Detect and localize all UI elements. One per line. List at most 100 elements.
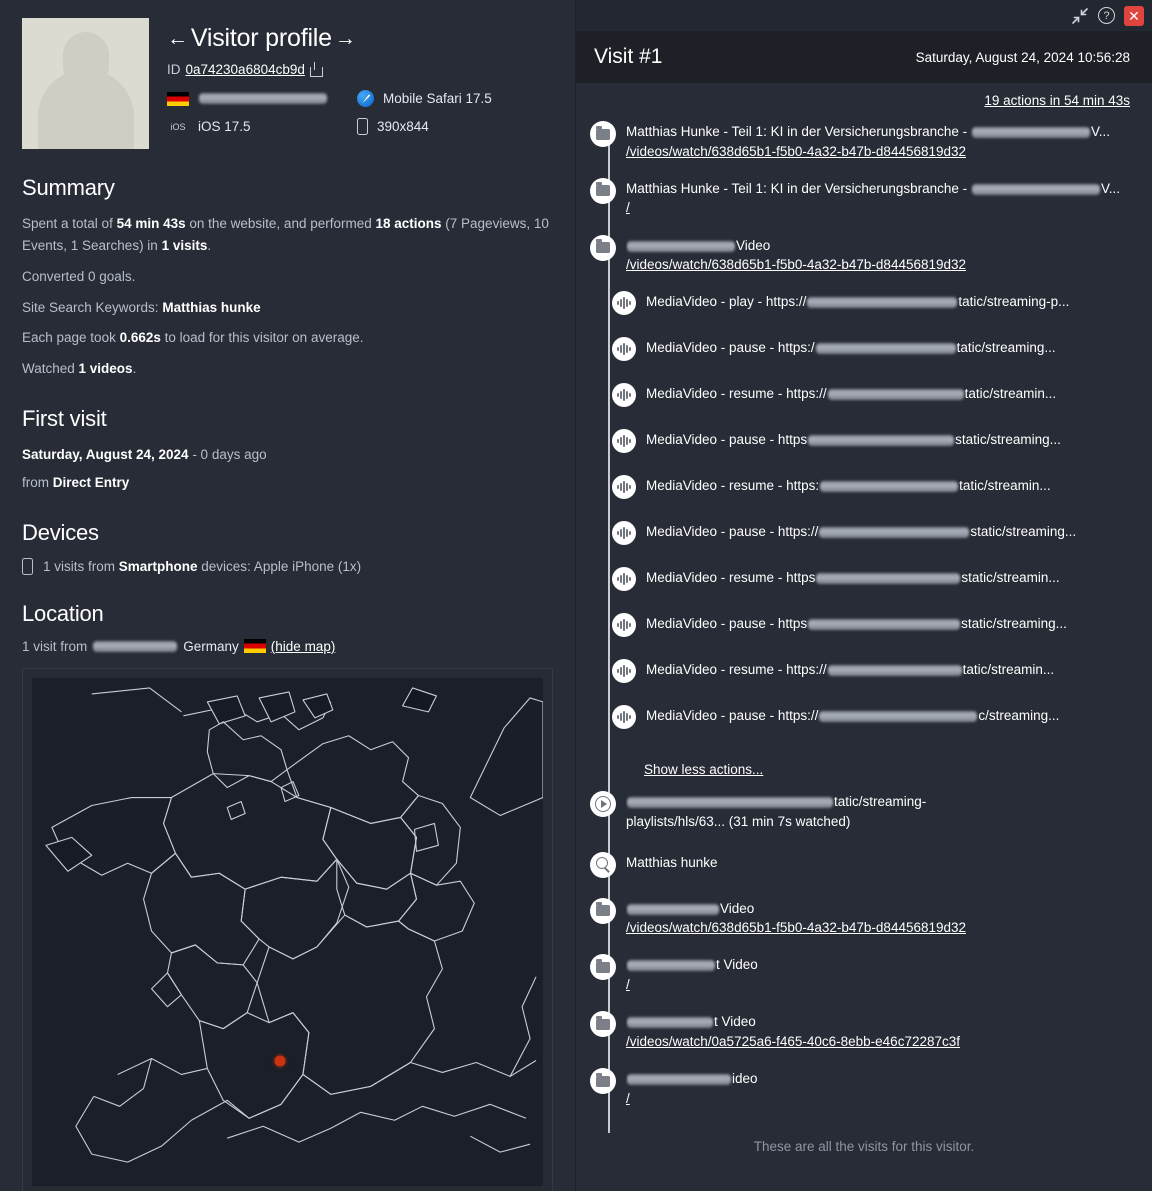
action-url[interactable]: / [626, 975, 1138, 995]
first-visit-ago: - 0 days ago [188, 447, 267, 463]
first-visit-source-row: from Direct Entry [22, 472, 553, 494]
action-title: Video [626, 899, 1138, 919]
page-icon[interactable] [590, 897, 616, 924]
action-row[interactable]: t Video/videos/watch/0a5725a6-f465-40c6-… [590, 1011, 1138, 1052]
action-url[interactable]: /videos/watch/638d65b1-f5b0-4a32-b47b-d8… [626, 255, 1138, 275]
action-body: Video/videos/watch/638d65b1-f5b0-4a32-b4… [626, 235, 1138, 276]
page-title-label: Visitor profile [190, 24, 332, 52]
waveform-glyph [617, 343, 631, 356]
media-icon[interactable] [612, 659, 636, 684]
media-icon[interactable] [612, 475, 636, 500]
action-row[interactable]: MediaVideo - pause - https:/tatic/stream… [590, 337, 1138, 362]
page-icon[interactable] [590, 1011, 616, 1038]
action-title: t Video [626, 1012, 1138, 1032]
action-url[interactable]: /videos/watch/638d65b1-f5b0-4a32-b47b-d8… [626, 918, 1138, 938]
device-row: 1 visits from Smartphone devices: Apple … [22, 557, 553, 575]
redacted-text [808, 619, 961, 631]
location-text-pre: 1 visit from [22, 638, 88, 654]
summary-load-time: Each page took 0.662s to load for this v… [22, 327, 553, 349]
action-row[interactable]: Video/videos/watch/638d65b1-f5b0-4a32-b4… [590, 234, 1138, 276]
action-row[interactable]: tatic/streaming-playlists/hls/63... (31 … [590, 791, 1138, 831]
page-icon[interactable] [590, 177, 616, 204]
action-body: Matthias Hunke - Teil 1: KI in der Versi… [626, 121, 1138, 162]
visit-location-marker[interactable] [274, 1055, 286, 1067]
first-visit-date-row: Saturday, August 24, 2024 - 0 days ago [22, 444, 553, 466]
avatar [22, 18, 149, 149]
visit-header: Visit #1 Saturday, August 24, 2024 10:56… [576, 31, 1152, 83]
action-row[interactable]: MediaVideo - resume - https://tatic/stre… [590, 659, 1138, 684]
media-icon[interactable] [612, 567, 636, 592]
share-icon[interactable] [309, 61, 323, 77]
media-icon[interactable] [612, 383, 636, 408]
close-icon[interactable]: ✕ [1124, 5, 1144, 26]
actions-list: Matthias Hunke - Teil 1: KI in der Versi… [590, 121, 1138, 1109]
summary-end: . [207, 237, 212, 253]
resolution-meta: 390x844 [357, 118, 553, 135]
action-row[interactable]: MediaVideo - pause - https static/streami… [590, 613, 1138, 638]
redacted-text [816, 573, 961, 585]
collapse-arrows-icon[interactable] [1071, 7, 1089, 25]
action-row[interactable]: MediaVideo - resume - https: tatic/stream… [590, 475, 1138, 500]
action-url[interactable]: / [626, 198, 1138, 218]
page-glyph [596, 958, 610, 973]
actions-summary-link[interactable]: 19 actions in 54 min 43s [984, 93, 1130, 108]
location-map[interactable] [32, 677, 543, 1186]
media-icon[interactable] [612, 337, 636, 362]
summary-heading: Summary [22, 175, 115, 200]
action-url[interactable]: /videos/watch/638d65b1-f5b0-4a32-b47b-d8… [626, 142, 1138, 162]
visitor-id-value[interactable]: 0a74230a6804cb9d [186, 62, 305, 77]
window-controls-bar: ? ✕ [576, 0, 1152, 31]
action-title: ideo [626, 1069, 1138, 1089]
action-row[interactable]: MediaVideo - resume - https static/stream… [590, 567, 1138, 592]
media-icon[interactable] [612, 429, 636, 454]
show-less-actions-link[interactable]: Show less actions... [644, 762, 763, 777]
watched-pre: Watched [22, 361, 79, 377]
action-row[interactable]: Matthias Hunke - Teil 1: KI in der Versi… [590, 177, 1138, 219]
summary-watched: Watched 1 videos. [22, 358, 553, 380]
page-glyph [596, 239, 610, 254]
action-body: Matthias Hunke - Teil 1: KI in der Versi… [626, 178, 1138, 219]
profile-header: ← Visitor profile → ID 0a74230a6804cb9d [22, 18, 553, 149]
page-icon[interactable] [590, 954, 616, 981]
action-row[interactable]: Matthias Hunke - Teil 1: KI in der Versi… [590, 121, 1138, 162]
action-row[interactable]: ideo / [590, 1068, 1138, 1109]
redacted-text [819, 711, 978, 723]
action-url[interactable]: / [626, 1089, 1138, 1109]
page-glyph [596, 182, 610, 197]
action-row[interactable]: t Video / [590, 954, 1138, 995]
germany-flag-icon [167, 91, 189, 106]
next-visitor-arrow[interactable]: → [335, 27, 356, 51]
action-row[interactable]: MediaVideo - resume - https://tatic/stre… [590, 383, 1138, 408]
action-row[interactable]: MediaVideo - play - https://tatic/stream… [590, 291, 1138, 316]
action-row[interactable]: MediaVideo - pause - https static/streami… [590, 429, 1138, 454]
action-title: tatic/streaming-playlists/hls/63... (31 … [626, 794, 927, 829]
action-row[interactable]: Video/videos/watch/638d65b1-f5b0-4a32-b4… [590, 897, 1138, 939]
location-country: Germany [183, 638, 239, 654]
visit-title: Visit #1 [594, 45, 663, 68]
action-title: Matthias hunke [626, 854, 718, 870]
media-icon[interactable] [612, 521, 636, 546]
page-title: ← Visitor profile → [167, 24, 553, 53]
location-meta [167, 90, 357, 107]
actions-timeline: Matthias Hunke - Teil 1: KI in der Versi… [576, 113, 1152, 1191]
previous-visitor-arrow[interactable]: ← [167, 27, 188, 51]
redacted-text [627, 240, 735, 252]
media-icon[interactable] [612, 291, 636, 316]
media-icon[interactable] [612, 613, 636, 638]
visitor-detail-pane: ← Visitor profile → ID 0a74230a6804cb9d [0, 0, 576, 1191]
summary-visits-count: 1 visits [161, 237, 208, 253]
action-row[interactable]: MediaVideo - pause - https://static/stre… [590, 521, 1138, 546]
redacted-text [819, 527, 970, 539]
page-icon[interactable] [590, 1068, 616, 1094]
action-row[interactable]: MediaVideo - pause - https://c/streaming… [590, 705, 1138, 730]
action-row[interactable]: Matthias hunke [590, 851, 1138, 878]
page-icon[interactable] [590, 234, 616, 261]
play-icon[interactable] [590, 791, 616, 818]
page-icon[interactable] [590, 121, 616, 147]
media-icon[interactable] [612, 705, 636, 730]
action-url[interactable]: /videos/watch/0a5725a6-f465-40c6-8ebb-e4… [626, 1032, 1138, 1052]
search-icon[interactable] [590, 851, 616, 878]
summary-search-keywords: Site Search Keywords: Matthias hunke [22, 297, 553, 319]
hide-map-link[interactable]: (hide map) [271, 639, 336, 654]
help-circle-icon[interactable]: ? [1098, 7, 1115, 24]
